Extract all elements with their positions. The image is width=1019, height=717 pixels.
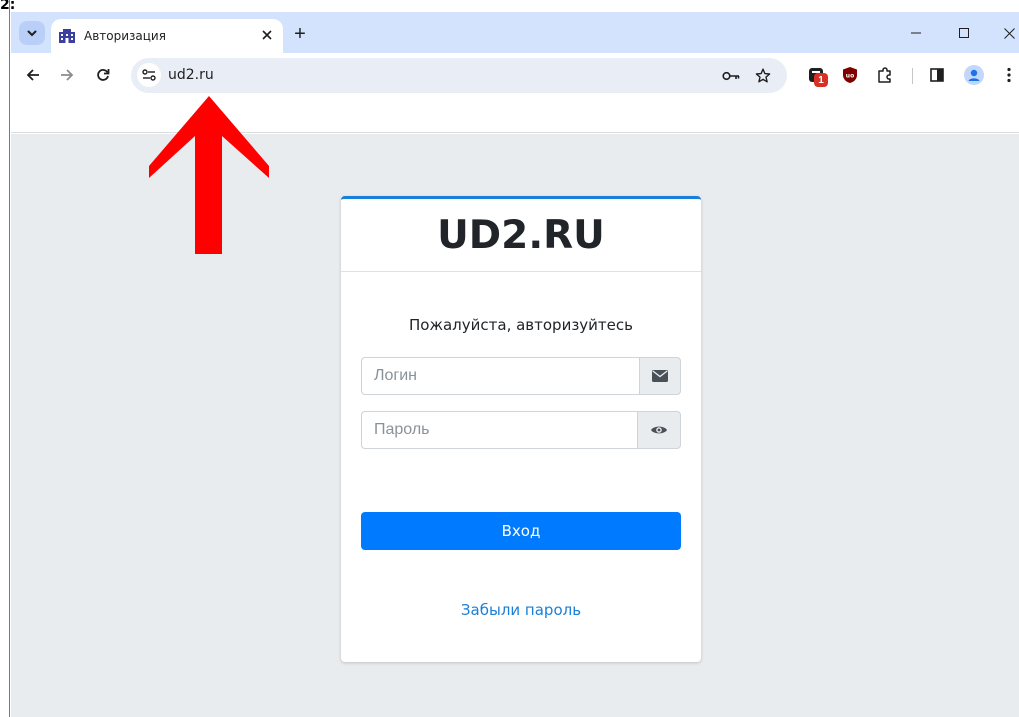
star-icon [755, 68, 771, 83]
side-panel-icon [930, 68, 944, 82]
key-icon [722, 71, 740, 81]
profile-icon [964, 65, 984, 85]
password-input-group [361, 411, 681, 449]
site-info-icon [142, 69, 156, 81]
tab-close-button[interactable] [257, 25, 277, 45]
reload-button[interactable] [91, 63, 115, 87]
forward-button[interactable] [55, 63, 79, 87]
login-input[interactable] [361, 357, 639, 395]
eye-icon [651, 426, 667, 434]
red-arrow-annotation [149, 96, 269, 254]
password-key-button[interactable] [719, 64, 743, 88]
card-header: UD2.RU [341, 199, 701, 272]
new-tab-button[interactable]: + [289, 23, 311, 45]
url-text: ud2.ru [168, 67, 214, 83]
svg-text:uo: uo [846, 73, 854, 80]
extensions-menu-button[interactable] [873, 63, 897, 87]
toolbar-divider [912, 68, 913, 84]
reload-icon [97, 69, 110, 81]
puzzle-icon [878, 67, 891, 83]
envelope-icon [652, 370, 668, 382]
browser-window: Авторизация + ud2.ru 1 uo UD2.RU Пожалуй… [11, 12, 1019, 717]
login-button[interactable]: Вход [361, 512, 681, 550]
screenshot-border [0, 0, 10, 717]
login-input-group [361, 357, 681, 395]
tab-strip: Авторизация + [11, 12, 1019, 53]
ublock-icon: uo [843, 67, 857, 83]
building-icon [59, 29, 75, 43]
window-close-button[interactable] [997, 21, 1019, 45]
browser-menu-button[interactable] [997, 63, 1019, 87]
login-card: UD2.RU Пожалуйста, авторизуйтесь Вход [341, 196, 701, 662]
login-addon [639, 357, 681, 395]
extension-badge: 1 [814, 73, 828, 87]
ublock-button[interactable]: uo [838, 63, 862, 87]
profile-button[interactable] [962, 63, 986, 87]
site-info-button[interactable] [137, 63, 161, 87]
active-tab[interactable]: Авторизация [51, 19, 283, 53]
chevron-down-icon [27, 30, 37, 37]
minimize-icon [911, 32, 921, 34]
password-input[interactable] [361, 411, 637, 449]
web-page: UD2.RU Пожалуйста, авторизуйтесь Вход [11, 96, 1019, 717]
menu-icon [1007, 67, 1011, 83]
corner-mark: 2: [0, 0, 16, 13]
forward-icon [61, 69, 74, 81]
maximize-icon [959, 28, 969, 38]
maximize-button[interactable] [952, 21, 976, 45]
tab-search-button[interactable] [19, 21, 45, 45]
minimize-button[interactable] [904, 21, 928, 45]
toggle-password-button[interactable] [637, 411, 681, 449]
back-icon [26, 69, 39, 81]
bookmark-button[interactable] [751, 64, 775, 88]
tab-title: Авторизация [84, 29, 166, 43]
close-icon [1003, 27, 1015, 39]
login-prompt: Пожалуйста, авторизуйтесь [409, 316, 633, 334]
side-panel-button[interactable] [925, 63, 949, 87]
extension-button[interactable]: 1 [804, 63, 828, 87]
forgot-password-link[interactable]: Забыли пароль [341, 601, 701, 619]
address-bar[interactable]: ud2.ru [131, 58, 787, 93]
close-icon [262, 30, 272, 40]
back-button[interactable] [21, 63, 45, 87]
browser-toolbar: ud2.ru 1 uo [11, 53, 1019, 100]
site-brand: UD2.RU [437, 212, 605, 258]
